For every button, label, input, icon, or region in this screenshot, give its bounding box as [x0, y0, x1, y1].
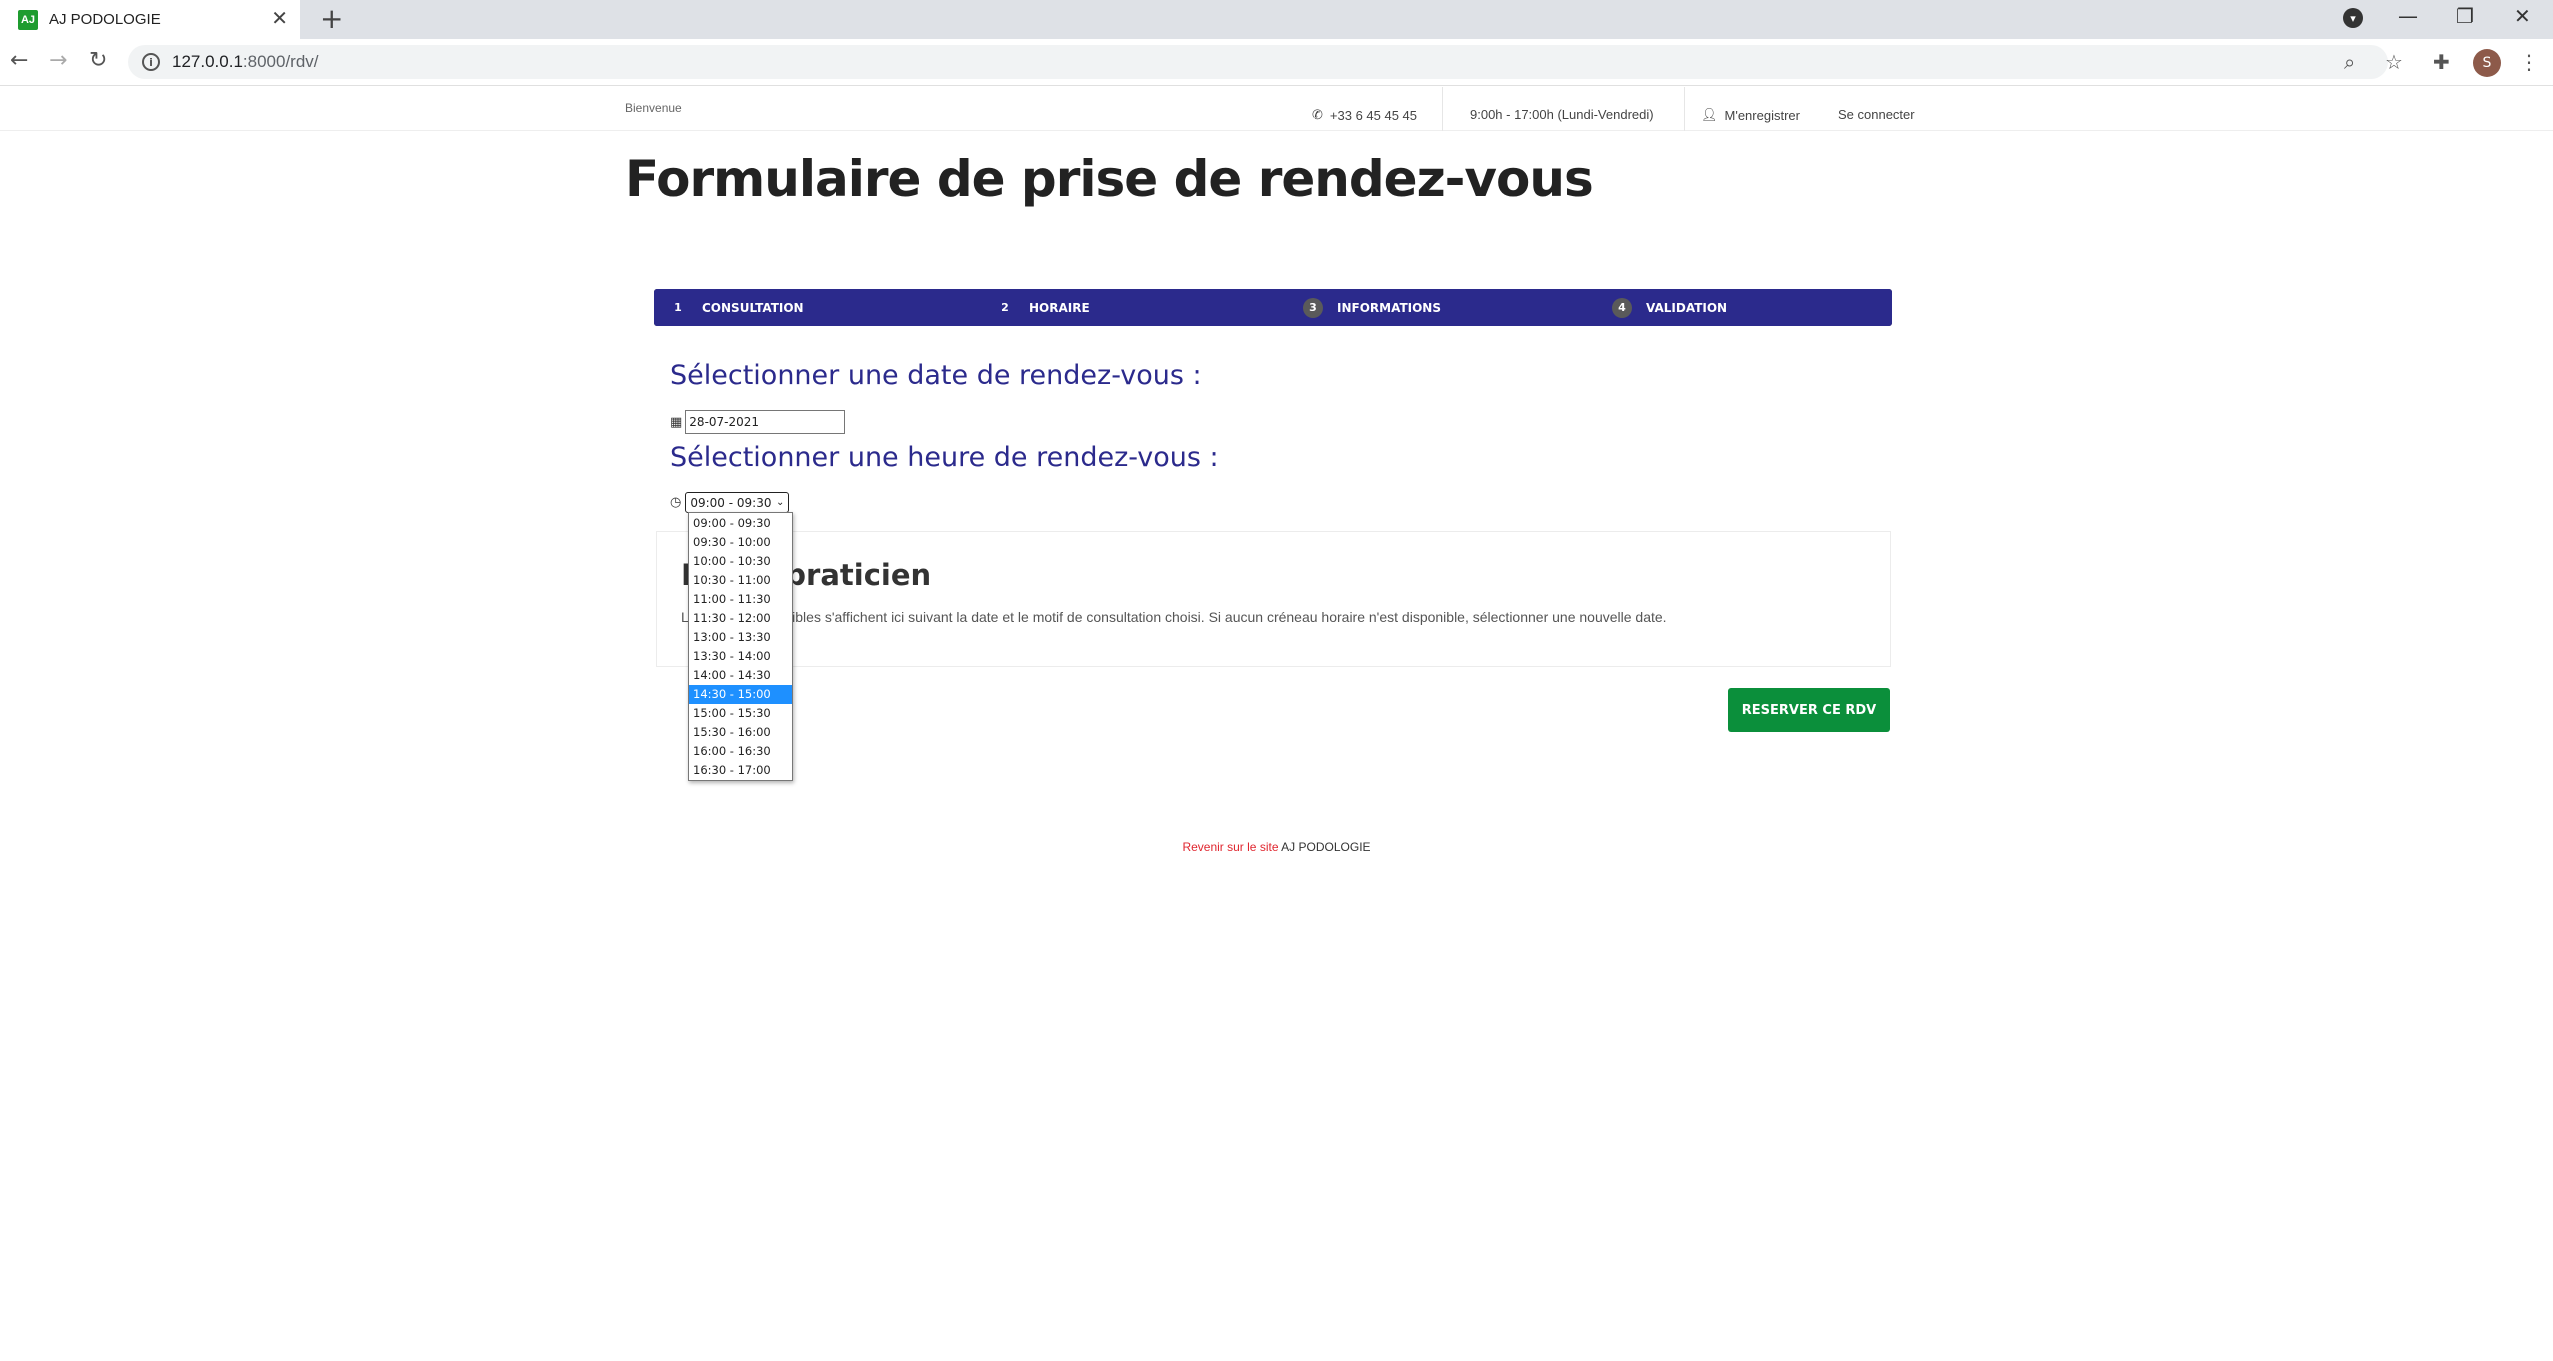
tab-title: AJ PODOLOGIE [49, 11, 161, 28]
time-option[interactable]: 14:30 - 15:00 [689, 685, 792, 704]
opening-hours: 9:00h - 17:00h (Lundi-Vendredi) [1470, 107, 1654, 122]
footer-back-link[interactable]: Revenir sur le site AJ PODOLOGIE [0, 840, 2553, 854]
window-close-icon[interactable]: ✕ [2514, 4, 2531, 28]
reload-icon[interactable]: ↻ [89, 49, 107, 73]
chrome-menu-down-icon[interactable]: ▾ [2343, 8, 2363, 28]
phone-icon: ✆ [1312, 107, 1323, 122]
steps-progress: 1 CONSULTATION 2 HORAIRE 3 INFORMATIONS … [654, 289, 1892, 326]
practitioner-info-box: Npraticien Lponibles s'affichent ici sui… [656, 531, 1891, 667]
divider [1684, 87, 1685, 131]
time-option[interactable]: 14:00 - 14:30 [689, 666, 792, 685]
calendar-icon: ▦ [670, 414, 683, 430]
time-option[interactable]: 10:30 - 11:00 [689, 571, 792, 590]
close-icon[interactable]: ✕ [271, 8, 288, 28]
info-text: Lponibles s'affichent ici suivant la dat… [681, 609, 1667, 625]
phone-item: ✆ +33 6 45 45 45 [1312, 107, 1418, 123]
time-option[interactable]: 15:00 - 15:30 [689, 704, 792, 723]
site-top-bar: Bienvenue ✆ +33 6 45 45 45 9:00h - 17:00h… [0, 87, 2553, 131]
bookmark-star-icon[interactable]: ☆ [2385, 51, 2403, 73]
step-validation: 4 VALIDATION [1612, 289, 1727, 326]
time-option[interactable]: 11:30 - 12:00 [689, 609, 792, 628]
restore-icon[interactable]: ❐ [2456, 4, 2474, 28]
new-tab-icon[interactable]: + [320, 4, 343, 34]
date-row: ▦ 28-07-2021 [670, 410, 846, 434]
time-option[interactable]: 13:30 - 14:00 [689, 647, 792, 666]
back-icon[interactable]: ← [10, 49, 28, 73]
login-link[interactable]: Se connecter [1838, 107, 1915, 122]
zoom-icon[interactable]: ⌕ [2344, 51, 2355, 73]
time-option[interactable]: 16:00 - 16:30 [689, 742, 792, 761]
divider [1442, 87, 1443, 131]
browser-toolbar: ← → ↻ i 127.0.0.1:8000/rdv/ ⌕ ☆ ✚ S ⋮ [0, 39, 2553, 86]
register-link[interactable]: 👤︎ M'enregistrer [1701, 107, 1800, 123]
time-option[interactable]: 15:30 - 16:00 [689, 723, 792, 742]
time-option[interactable]: 10:00 - 10:30 [689, 552, 792, 571]
profile-avatar[interactable]: S [2473, 49, 2501, 77]
time-option[interactable]: 13:00 - 13:30 [689, 628, 792, 647]
time-option[interactable]: 09:30 - 10:00 [689, 533, 792, 552]
url-text[interactable]: 127.0.0.1:8000/rdv/ [172, 52, 319, 72]
date-heading: Sélectionner une date de rendez-vous : [670, 360, 1202, 391]
time-dropdown-list: 09:00 - 09:30 09:30 - 10:00 10:00 - 10:30 1… [688, 512, 793, 781]
favicon-icon: AJ [18, 9, 38, 30]
address-bar[interactable]: i 127.0.0.1:8000/rdv/ [128, 45, 2388, 79]
browser-tab[interactable]: AJ AJ PODOLOGIE ✕ [0, 0, 300, 39]
menu-kebab-icon[interactable]: ⋮ [2519, 51, 2539, 73]
minimize-icon[interactable]: — [2398, 4, 2418, 28]
step-horaire: 2 HORAIRE [1001, 300, 1090, 315]
welcome-text: Bienvenue [625, 101, 682, 115]
time-heading: Sélectionner une heure de rendez-vous : [670, 442, 1219, 473]
page-title: Formulaire de prise de rendez-vous [625, 150, 1594, 208]
date-input[interactable]: 28-07-2021 [685, 410, 846, 434]
time-option[interactable]: 09:00 - 09:30 [689, 514, 792, 533]
forward-icon[interactable]: → [49, 49, 67, 73]
chevron-down-icon: ⌄ [775, 497, 785, 508]
time-option[interactable]: 11:00 - 11:30 [689, 590, 792, 609]
step-consultation: 1 CONSULTATION [674, 300, 804, 315]
time-option[interactable]: 16:30 - 17:00 [689, 761, 792, 780]
site-info-icon[interactable]: i [142, 53, 160, 71]
extensions-icon[interactable]: ✚ [2433, 51, 2450, 73]
time-select[interactable]: 09:00 - 09:30 ⌄ [685, 492, 790, 513]
browser-tab-strip: AJ AJ PODOLOGIE ✕ + ▾ — ❐ ✕ [0, 0, 2553, 39]
step-informations: 3 INFORMATIONS [1303, 289, 1441, 326]
reserve-button[interactable]: RESERVER CE RDV [1728, 688, 1890, 732]
clock-icon: ◷ [670, 495, 682, 510]
user-icon: 👤︎ [1701, 107, 1718, 122]
time-row: ◷ 09:00 - 09:30 ⌄ [670, 492, 790, 513]
